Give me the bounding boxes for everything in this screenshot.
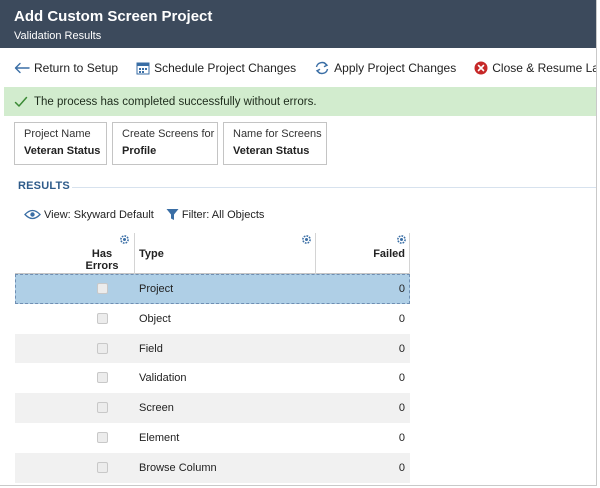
dialog-subtitle: Validation Results <box>14 30 102 42</box>
success-message-text: The process has completed successfully w… <box>34 95 317 108</box>
create-screens-for-card: Create Screens for Profile <box>112 122 218 165</box>
row-type: Object <box>139 312 171 325</box>
toolbar: Return to Setup Schedule Project Changes <box>0 52 596 84</box>
grid-header: Has Errors Type Failed <box>15 233 410 274</box>
table-row[interactable]: Screen 0 <box>15 393 410 423</box>
project-name-card: Project Name Veteran Status <box>14 122 107 165</box>
results-heading: RESULTS <box>18 180 70 192</box>
has-errors-checkbox[interactable] <box>97 372 108 384</box>
name-for-screens-card: Name for Screens Veteran Status <box>223 122 327 165</box>
calendar-icon <box>136 62 150 75</box>
has-errors-checkbox[interactable] <box>97 312 108 324</box>
row-failed-count: 0 <box>398 312 405 325</box>
create-screens-for-value: Profile <box>122 145 157 157</box>
apply-project-changes-button[interactable]: Apply Project Changes <box>314 61 456 75</box>
column-type[interactable]: Type <box>135 233 316 274</box>
row-failed-count: 0 <box>398 372 405 385</box>
row-failed-count: 0 <box>398 283 405 295</box>
close-and-resume-later-button[interactable]: Close & Resume Later <box>474 61 596 75</box>
name-for-screens-value: Veteran Status <box>233 145 310 157</box>
gear-icon[interactable] <box>301 234 312 245</box>
has-errors-checkbox[interactable] <box>97 431 108 443</box>
row-type: Project <box>139 283 174 295</box>
return-to-setup-button[interactable]: Return to Setup <box>14 61 118 75</box>
row-type: Browse Column <box>139 461 217 474</box>
checkmark-icon <box>14 96 28 107</box>
close-and-resume-later-label: Close & Resume Later <box>492 61 596 75</box>
create-screens-for-label: Create Screens for <box>122 128 215 140</box>
row-type: Field <box>139 342 163 355</box>
table-row[interactable]: Project 0 <box>15 274 410 304</box>
view-selector-label: View: Skyward Default <box>44 208 154 221</box>
schedule-project-changes-label: Schedule Project Changes <box>154 61 297 75</box>
row-failed-count: 0 <box>398 342 405 355</box>
return-to-setup-label: Return to Setup <box>34 61 119 75</box>
filter-selector[interactable]: Filter: All Objects <box>166 208 265 221</box>
row-type: Element <box>139 431 180 444</box>
dialog-header: Add Custom Screen Project Validation Res… <box>0 0 596 48</box>
has-errors-checkbox[interactable] <box>97 402 108 414</box>
dialog-title: Add Custom Screen Project <box>14 8 213 25</box>
row-failed-count: 0 <box>398 431 405 444</box>
gear-icon[interactable] <box>396 234 407 245</box>
has-errors-checkbox[interactable] <box>97 342 108 354</box>
row-failed-count: 0 <box>398 461 405 474</box>
filter-selector-label: Filter: All Objects <box>181 208 265 221</box>
apply-project-changes-label: Apply Project Changes <box>334 61 457 75</box>
view-selector[interactable]: View: Skyward Default <box>24 209 154 221</box>
refresh-icon <box>315 61 329 75</box>
dialog-window: Add Custom Screen Project Validation Res… <box>0 0 597 486</box>
table-row[interactable]: Element 0 <box>15 423 410 453</box>
success-message: The process has completed successfully w… <box>4 87 596 116</box>
close-circle-icon <box>474 61 488 75</box>
project-name-value: Veteran Status <box>24 145 101 157</box>
column-failed[interactable]: Failed <box>316 233 410 274</box>
row-failed-count: 0 <box>398 402 405 415</box>
table-row[interactable]: Field 0 <box>15 333 410 364</box>
column-has-errors[interactable]: Has Errors <box>15 233 135 274</box>
gear-icon[interactable] <box>119 234 130 245</box>
row-type: Validation <box>139 372 187 385</box>
arrow-left-icon <box>14 62 30 74</box>
schedule-project-changes-button[interactable]: Schedule Project Changes <box>136 61 296 75</box>
results-grid: Has Errors Type Failed Project 0 Object … <box>15 233 410 483</box>
table-row[interactable]: Browse Column 0 <box>15 452 410 483</box>
has-errors-checkbox[interactable] <box>97 461 108 473</box>
column-failed-label: Failed <box>373 248 405 260</box>
has-errors-checkbox[interactable] <box>97 283 108 294</box>
results-filter-bar: View: Skyward Default Filter: All Object… <box>24 208 276 221</box>
column-has-errors-label: Has Errors <box>85 248 119 272</box>
table-row[interactable]: Object 0 <box>15 304 410 334</box>
eye-icon <box>24 209 41 220</box>
table-row[interactable]: Validation 0 <box>15 363 410 393</box>
name-for-screens-label: Name for Screens <box>233 128 322 140</box>
column-type-label: Type <box>139 248 164 260</box>
project-summary: Project Name Veteran Status Create Scree… <box>14 122 332 165</box>
results-divider <box>72 187 596 188</box>
row-type: Screen <box>139 402 174 415</box>
funnel-icon <box>166 209 179 220</box>
project-name-label: Project Name <box>24 128 91 140</box>
